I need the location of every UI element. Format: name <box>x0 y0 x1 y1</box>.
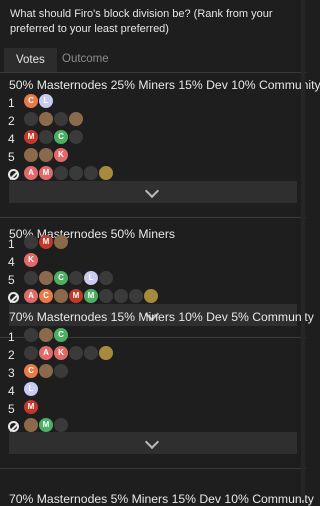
avatar[interactable] <box>39 130 53 144</box>
rank-number: 2 <box>8 348 15 362</box>
rank-number: 2 <box>8 114 15 128</box>
avatar[interactable] <box>114 289 128 303</box>
avatar[interactable] <box>54 418 68 432</box>
voter-avatars: MC <box>24 130 84 146</box>
poll-option-title: 70% Masternodes 15% Miners 10% Dev 5% Co… <box>9 310 314 324</box>
avatar[interactable]: M <box>69 289 83 303</box>
divider <box>0 468 306 469</box>
avatar[interactable] <box>129 289 143 303</box>
avatar[interactable] <box>69 166 83 180</box>
avatar[interactable]: L <box>24 382 38 396</box>
divider <box>0 217 306 218</box>
avatar[interactable] <box>24 328 38 342</box>
rank-number: 1 <box>8 330 15 344</box>
not-ranked-icon <box>8 292 19 303</box>
voter-avatars: K <box>24 148 69 164</box>
voter-avatars: C <box>24 364 69 380</box>
avatar[interactable]: K <box>54 346 68 360</box>
avatar[interactable]: C <box>24 94 38 108</box>
chevron-down-icon <box>144 434 160 450</box>
avatar[interactable] <box>39 112 53 126</box>
voter-avatars: AK <box>24 346 114 362</box>
rank-number: 5 <box>8 402 15 416</box>
avatar[interactable]: K <box>54 148 68 162</box>
avatar[interactable] <box>99 289 113 303</box>
avatar[interactable] <box>24 235 38 249</box>
avatar[interactable] <box>24 418 38 432</box>
voter-avatars <box>24 112 84 128</box>
not-ranked-icon <box>8 421 19 432</box>
avatar[interactable]: A <box>24 289 38 303</box>
voter-avatars: CL <box>24 94 54 110</box>
avatar[interactable] <box>39 364 53 378</box>
voter-avatars: K <box>24 253 39 269</box>
rank-number: 5 <box>8 150 15 164</box>
poll-question: What should Firo's block division be? (R… <box>10 8 273 35</box>
expand-voters-button[interactable] <box>9 432 297 454</box>
avatar[interactable]: M <box>39 166 53 180</box>
avatar[interactable]: M <box>84 289 98 303</box>
avatar[interactable]: C <box>54 130 68 144</box>
expand-voters-button[interactable] <box>9 181 297 203</box>
avatar[interactable] <box>39 328 53 342</box>
tabs-bar: Votes Outcome <box>0 48 306 73</box>
rank-number: 1 <box>8 237 15 251</box>
poll-title-partial: 70% Masternodes 5% Miners 15% Dev 10% Co… <box>9 492 314 506</box>
avatar[interactable]: A <box>24 166 38 180</box>
avatar[interactable]: K <box>24 253 38 267</box>
poll-option-title: 50% Masternodes 25% Miners 15% Dev 10% C… <box>9 78 320 92</box>
voter-avatars: M <box>24 235 69 251</box>
avatar[interactable]: M <box>24 400 38 414</box>
avatar[interactable] <box>24 271 38 285</box>
voter-avatars: L <box>24 382 39 398</box>
avatar[interactable] <box>39 148 53 162</box>
rank-number: 4 <box>8 132 15 146</box>
rank-number: 3 <box>8 366 15 380</box>
avatar[interactable] <box>99 166 113 180</box>
avatar[interactable] <box>69 112 83 126</box>
avatar[interactable] <box>54 289 68 303</box>
avatar[interactable] <box>99 271 113 285</box>
avatar[interactable]: C <box>54 328 68 342</box>
avatar[interactable] <box>69 130 83 144</box>
avatar[interactable]: C <box>54 271 68 285</box>
avatar[interactable] <box>54 166 68 180</box>
avatar[interactable] <box>54 364 68 378</box>
voter-avatars: AM <box>24 166 114 182</box>
avatar[interactable]: C <box>24 364 38 378</box>
avatar[interactable] <box>84 166 98 180</box>
rank-number: 4 <box>8 384 15 398</box>
voter-avatars: M <box>24 400 39 416</box>
chevron-down-icon <box>144 183 160 199</box>
avatar[interactable] <box>69 271 83 285</box>
voter-avatars: CL <box>24 271 114 287</box>
voter-avatars: C <box>24 328 69 344</box>
avatar[interactable] <box>39 271 53 285</box>
not-ranked-icon <box>8 169 19 180</box>
avatar[interactable]: M <box>24 130 38 144</box>
avatar[interactable]: L <box>84 271 98 285</box>
avatar[interactable] <box>84 346 98 360</box>
rank-number: 5 <box>8 273 15 287</box>
avatar[interactable] <box>24 346 38 360</box>
avatar[interactable] <box>99 346 113 360</box>
avatar[interactable] <box>54 112 68 126</box>
avatar[interactable] <box>24 112 38 126</box>
avatar[interactable]: A <box>39 346 53 360</box>
avatar[interactable] <box>144 289 158 303</box>
tab-outcome[interactable]: Outcome <box>62 53 109 65</box>
avatar[interactable]: C <box>39 289 53 303</box>
scrollbar[interactable] <box>301 0 305 500</box>
avatar[interactable]: L <box>39 94 53 108</box>
tab-votes[interactable]: Votes <box>4 48 57 72</box>
avatar[interactable] <box>54 235 68 249</box>
avatar[interactable] <box>69 346 83 360</box>
rank-number: 4 <box>8 255 15 269</box>
avatar[interactable]: M <box>39 418 53 432</box>
rank-number: 1 <box>8 96 15 110</box>
avatar[interactable] <box>24 148 38 162</box>
voter-avatars: AC MM <box>24 289 159 305</box>
avatar[interactable]: M <box>39 235 53 249</box>
